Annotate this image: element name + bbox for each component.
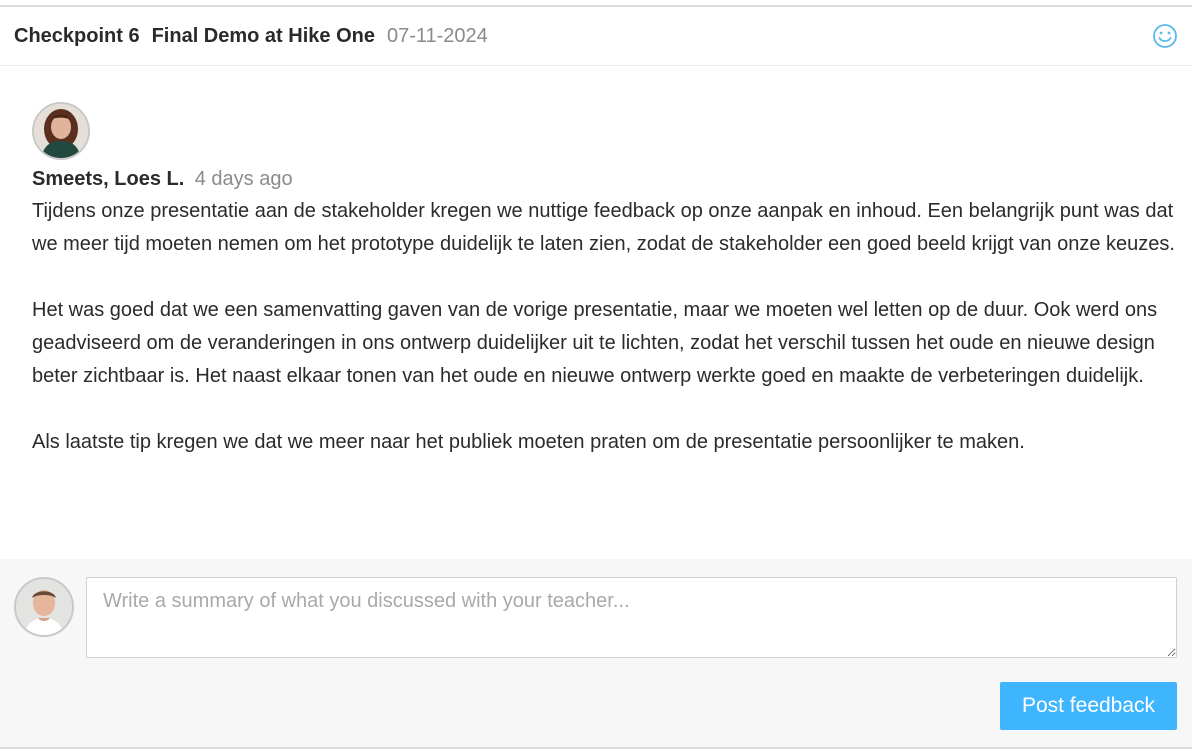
checkpoint-card: Checkpoint 6 Final Demo at Hike One 07-1… xyxy=(0,5,1192,749)
comment-meta: Smeets, Loes L. 4 days ago xyxy=(32,168,1177,191)
teacher-avatar-image xyxy=(34,104,88,158)
post-feedback-button[interactable]: Post feedback xyxy=(1000,682,1177,730)
checkpoint-date: 07-11-2024 xyxy=(386,24,488,47)
feedback-summary-input[interactable] xyxy=(86,577,1177,658)
student-avatar-image xyxy=(16,579,72,635)
checkpoint-subtitle: Final Demo at Hike One xyxy=(151,24,375,47)
smiley-icon[interactable] xyxy=(1152,23,1178,49)
checkpoint-title: Checkpoint 6 xyxy=(14,24,140,47)
teacher-avatar xyxy=(32,102,90,160)
comment-body: Tijdens onze presentatie aan de stakehol… xyxy=(32,195,1177,459)
comment-paragraph: Tijdens onze presentatie aan de stakehol… xyxy=(32,200,1175,255)
comment-time: 4 days ago xyxy=(194,168,293,190)
checkpoint-header: Checkpoint 6 Final Demo at Hike One 07-1… xyxy=(0,7,1192,66)
student-avatar xyxy=(14,577,74,637)
feedback-compose-area: Post feedback xyxy=(0,559,1192,749)
comment-paragraph: Het was goed dat we een samenvatting gav… xyxy=(32,299,1158,387)
feedback-comment: Smeets, Loes L. 4 days ago Tijdens onze … xyxy=(32,102,1177,459)
comment-paragraph: Als laatste tip kregen we dat we meer na… xyxy=(32,431,1025,453)
comment-author: Smeets, Loes L. xyxy=(32,168,185,190)
